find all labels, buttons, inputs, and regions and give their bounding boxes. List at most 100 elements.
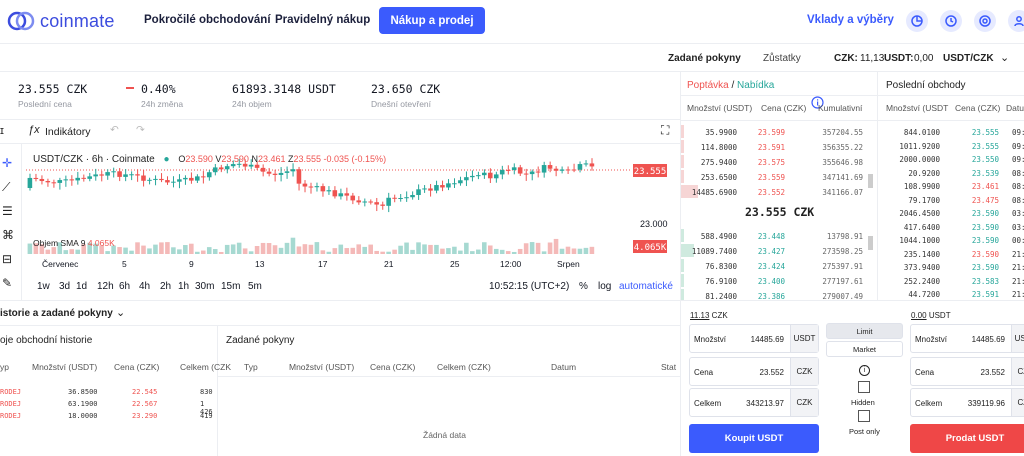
x-tick-label: 21 bbox=[384, 259, 394, 269]
market-order-toggle[interactable]: Market bbox=[826, 341, 903, 357]
buy-total-field[interactable]: Celkem 343213.97 CZK bbox=[689, 388, 819, 417]
orders-link[interactable]: Zadané pokyny bbox=[668, 53, 741, 64]
timeframe-3[interactable]: 12h bbox=[97, 281, 114, 292]
indicators-button[interactable]: Indikátory bbox=[45, 126, 91, 138]
bids-row[interactable]: 81.2400 23.386 279007.49 bbox=[681, 288, 871, 300]
volume-bar bbox=[535, 242, 541, 254]
volume-bar bbox=[458, 250, 463, 254]
price-chart[interactable]: 23.555 4.065K 23.000 Červenec 5 9 13 17 21 25 12:0… bbox=[0, 144, 680, 272]
recent-trades: Poslední obchody Množství (USDT Cena (CZ… bbox=[878, 72, 1024, 300]
timeframe-1[interactable]: 3d bbox=[59, 281, 70, 292]
sell-price-field[interactable]: Cena 23.552 CZK bbox=[910, 357, 1024, 386]
trade-time: 09: bbox=[1012, 155, 1024, 164]
timeframe-10[interactable]: 5m bbox=[248, 281, 262, 292]
candle-body bbox=[195, 176, 200, 181]
buy-sell-button[interactable]: Nákup a prodej bbox=[379, 7, 485, 34]
czk-balance: 11,13 bbox=[860, 53, 885, 64]
volume-tag: 4.065K bbox=[633, 240, 667, 253]
brush-icon[interactable]: ✎ bbox=[2, 276, 12, 290]
percent-toggle[interactable]: % bbox=[579, 281, 588, 292]
sell-quantity-field[interactable]: Množství 14485.69 USDT bbox=[910, 324, 1024, 353]
bids-row[interactable]: 76.9100 23.400 277197.61 bbox=[681, 273, 871, 288]
history-row-qty: 36.8500 bbox=[68, 388, 98, 396]
candle-body bbox=[93, 174, 98, 177]
info-icon[interactable]: i bbox=[859, 365, 870, 376]
indicators-icon[interactable]: ƒx bbox=[28, 124, 40, 136]
bids-row[interactable]: 76.8300 23.424 275397.91 bbox=[681, 258, 871, 273]
tab-bids[interactable]: Poptávka bbox=[687, 80, 729, 91]
history-icon[interactable] bbox=[940, 10, 962, 32]
timeframe-9[interactable]: 15m bbox=[221, 281, 240, 292]
trade-time: 03: bbox=[1012, 209, 1024, 218]
tab-asks[interactable]: Nabídka bbox=[737, 80, 774, 91]
orders-col-price: Cena (CZK) bbox=[370, 362, 416, 372]
timeframe-6[interactable]: 2h bbox=[160, 281, 171, 292]
nav-advanced-trading[interactable]: Pokročilé obchodování bbox=[144, 14, 271, 26]
bids-row[interactable]: 11089.7400 23.427 273598.25 bbox=[681, 243, 871, 258]
fullscreen-icon[interactable]: ⛶ bbox=[661, 123, 669, 138]
auto-scale-toggle[interactable]: automatické bbox=[619, 281, 673, 292]
volume-bar bbox=[398, 245, 403, 254]
timeframe-7[interactable]: 1h bbox=[178, 281, 189, 292]
volume-bar bbox=[529, 242, 535, 254]
pie-chart-icon[interactable] bbox=[906, 10, 928, 32]
pair-selector[interactable]: USDT/CZK bbox=[943, 53, 994, 64]
chevron-down-icon[interactable]: ⌄ bbox=[1000, 51, 1009, 64]
history-orders-bar[interactable]: istorie a zadané pokyny ⌄ bbox=[0, 300, 680, 326]
buy-button[interactable]: Koupit USDT bbox=[689, 424, 819, 453]
nav-recurring-buy[interactable]: Pravidelný nákup bbox=[275, 14, 370, 26]
support-icon[interactable] bbox=[974, 10, 996, 32]
user-icon[interactable] bbox=[1008, 10, 1024, 32]
volume-bar bbox=[284, 242, 290, 254]
timeframe-8[interactable]: 30m bbox=[195, 281, 214, 292]
volume-bar bbox=[278, 247, 284, 254]
bids-cumulative: 279007.49 bbox=[822, 292, 863, 300]
volume-bar bbox=[487, 245, 493, 254]
buy-quantity-field[interactable]: Množství 14485.69 USDT bbox=[689, 324, 819, 353]
timeframe-4[interactable]: 6h bbox=[119, 281, 130, 292]
volume-bar bbox=[129, 250, 134, 254]
log-toggle[interactable]: log bbox=[598, 281, 611, 292]
logo[interactable]: coinmate bbox=[6, 10, 115, 32]
candle-body bbox=[404, 197, 409, 199]
sell-total-field[interactable]: Celkem 339119.96 CZK bbox=[910, 388, 1024, 417]
asks-scrollbar[interactable] bbox=[868, 174, 873, 188]
x-tick-label: 5 bbox=[122, 259, 127, 269]
hidden-checkbox[interactable] bbox=[858, 381, 870, 393]
asks-row[interactable]: 35.9900 23.599 357204.55 bbox=[681, 124, 871, 139]
history-row-price: 22.545 bbox=[132, 388, 158, 396]
balances-link[interactable]: Zůstatky bbox=[763, 53, 801, 64]
timeframe-5[interactable]: 4h bbox=[139, 281, 150, 292]
bids-row[interactable]: 588.4900 23.448 13798.91 bbox=[681, 228, 871, 243]
candle-body bbox=[583, 163, 589, 165]
volume-bar bbox=[476, 249, 481, 254]
sell-button[interactable]: Prodat USDT bbox=[910, 424, 1024, 453]
timeframe-2[interactable]: 1d bbox=[76, 281, 87, 292]
deposits-withdrawals-link[interactable]: Vklady a výběry bbox=[807, 14, 894, 26]
candle-body bbox=[505, 169, 511, 171]
bids-scrollbar[interactable] bbox=[868, 236, 873, 250]
redo-icon[interactable]: ↷ bbox=[136, 124, 145, 136]
trade-price: 23.590 bbox=[971, 236, 999, 245]
asks-row[interactable]: 253.6500 23.559 347141.69 bbox=[681, 169, 871, 184]
volume-bar bbox=[517, 248, 523, 254]
bids-price: 23.424 bbox=[757, 262, 785, 271]
candle-type-icon[interactable]: ɪ bbox=[0, 125, 4, 137]
bids-price: 23.448 bbox=[757, 232, 785, 241]
logo-text: coinmate bbox=[40, 10, 115, 31]
buy-price-field[interactable]: Cena 23.552 CZK bbox=[689, 357, 819, 386]
trade-price: 23.550 bbox=[971, 155, 999, 164]
volume-bar bbox=[464, 242, 469, 254]
post-only-checkbox[interactable] bbox=[858, 410, 870, 422]
undo-icon[interactable]: ↶ bbox=[110, 124, 119, 136]
asks-row[interactable]: 114.8000 23.591 356355.22 bbox=[681, 139, 871, 154]
chevron-down-icon[interactable]: ⌄ bbox=[116, 306, 125, 319]
trade-price: 23.591 bbox=[971, 290, 999, 299]
candle-body bbox=[254, 164, 260, 168]
asks-row[interactable]: 275.9400 23.575 355646.98 bbox=[681, 154, 871, 169]
asks-row[interactable]: 14485.6900 23.552 341166.07 bbox=[681, 184, 871, 199]
volume-bar bbox=[589, 246, 595, 254]
volume-bar bbox=[236, 242, 242, 254]
timeframe-0[interactable]: 1w bbox=[37, 281, 50, 292]
limit-order-toggle[interactable]: Limit bbox=[826, 323, 903, 339]
